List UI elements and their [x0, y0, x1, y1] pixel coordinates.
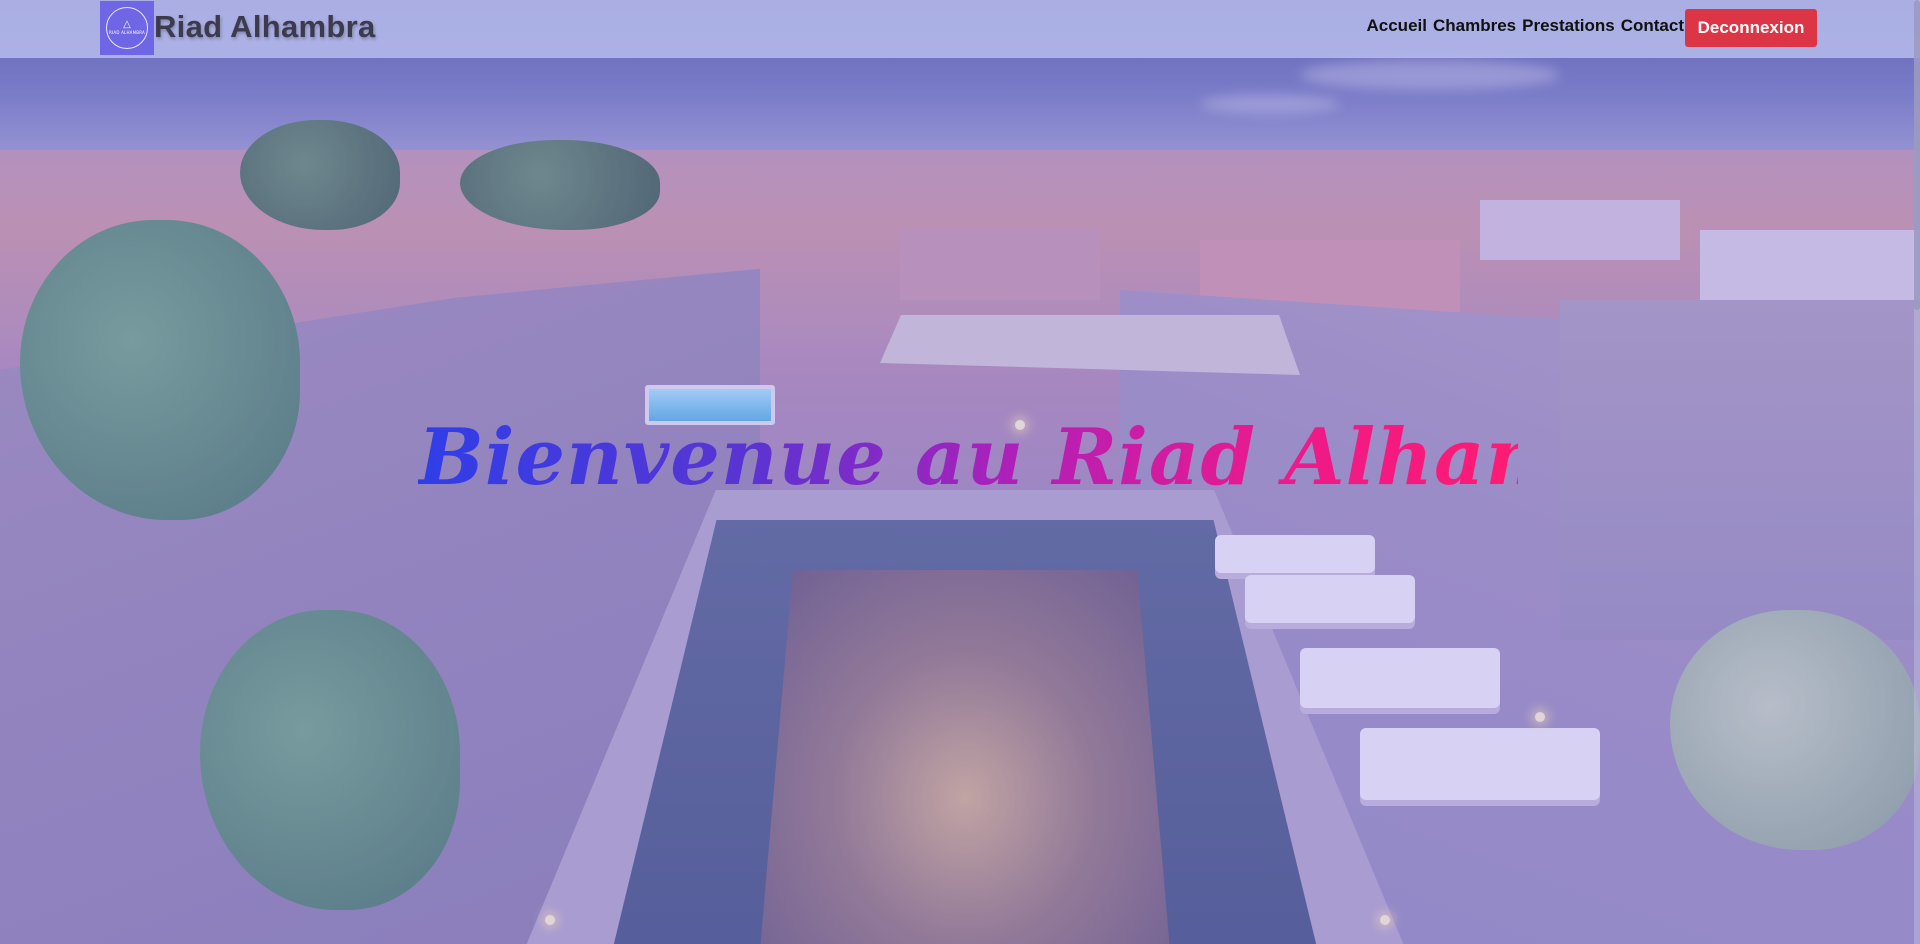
logo-emblem-icon: △ RIAD ALHAMBRA — [106, 7, 148, 49]
site-logo[interactable]: △ RIAD ALHAMBRA — [100, 1, 154, 55]
hero-title: Bienvenue au Riad Alhambra — [418, 412, 1719, 503]
nav-link-accueil[interactable]: Accueil — [1367, 16, 1427, 36]
nav-link-chambres[interactable]: Chambres — [1433, 16, 1516, 36]
scrollbar-thumb[interactable] — [1914, 0, 1920, 310]
logout-button[interactable]: Deconnexion — [1685, 9, 1817, 47]
nav-links: Accueil Chambres Prestations Contact — [1367, 16, 1685, 36]
nav-link-contact[interactable]: Contact — [1621, 16, 1684, 36]
logo-text: RIAD ALHAMBRA — [109, 30, 145, 35]
nav-link-prestations[interactable]: Prestations — [1522, 16, 1615, 36]
top-navbar: △ RIAD ALHAMBRA Riad Alhambra Accueil Ch… — [0, 0, 1920, 58]
brand-name[interactable]: Riad Alhambra — [154, 9, 376, 45]
arch-icon: △ — [123, 19, 131, 30]
page-scrollbar[interactable] — [1914, 0, 1920, 944]
